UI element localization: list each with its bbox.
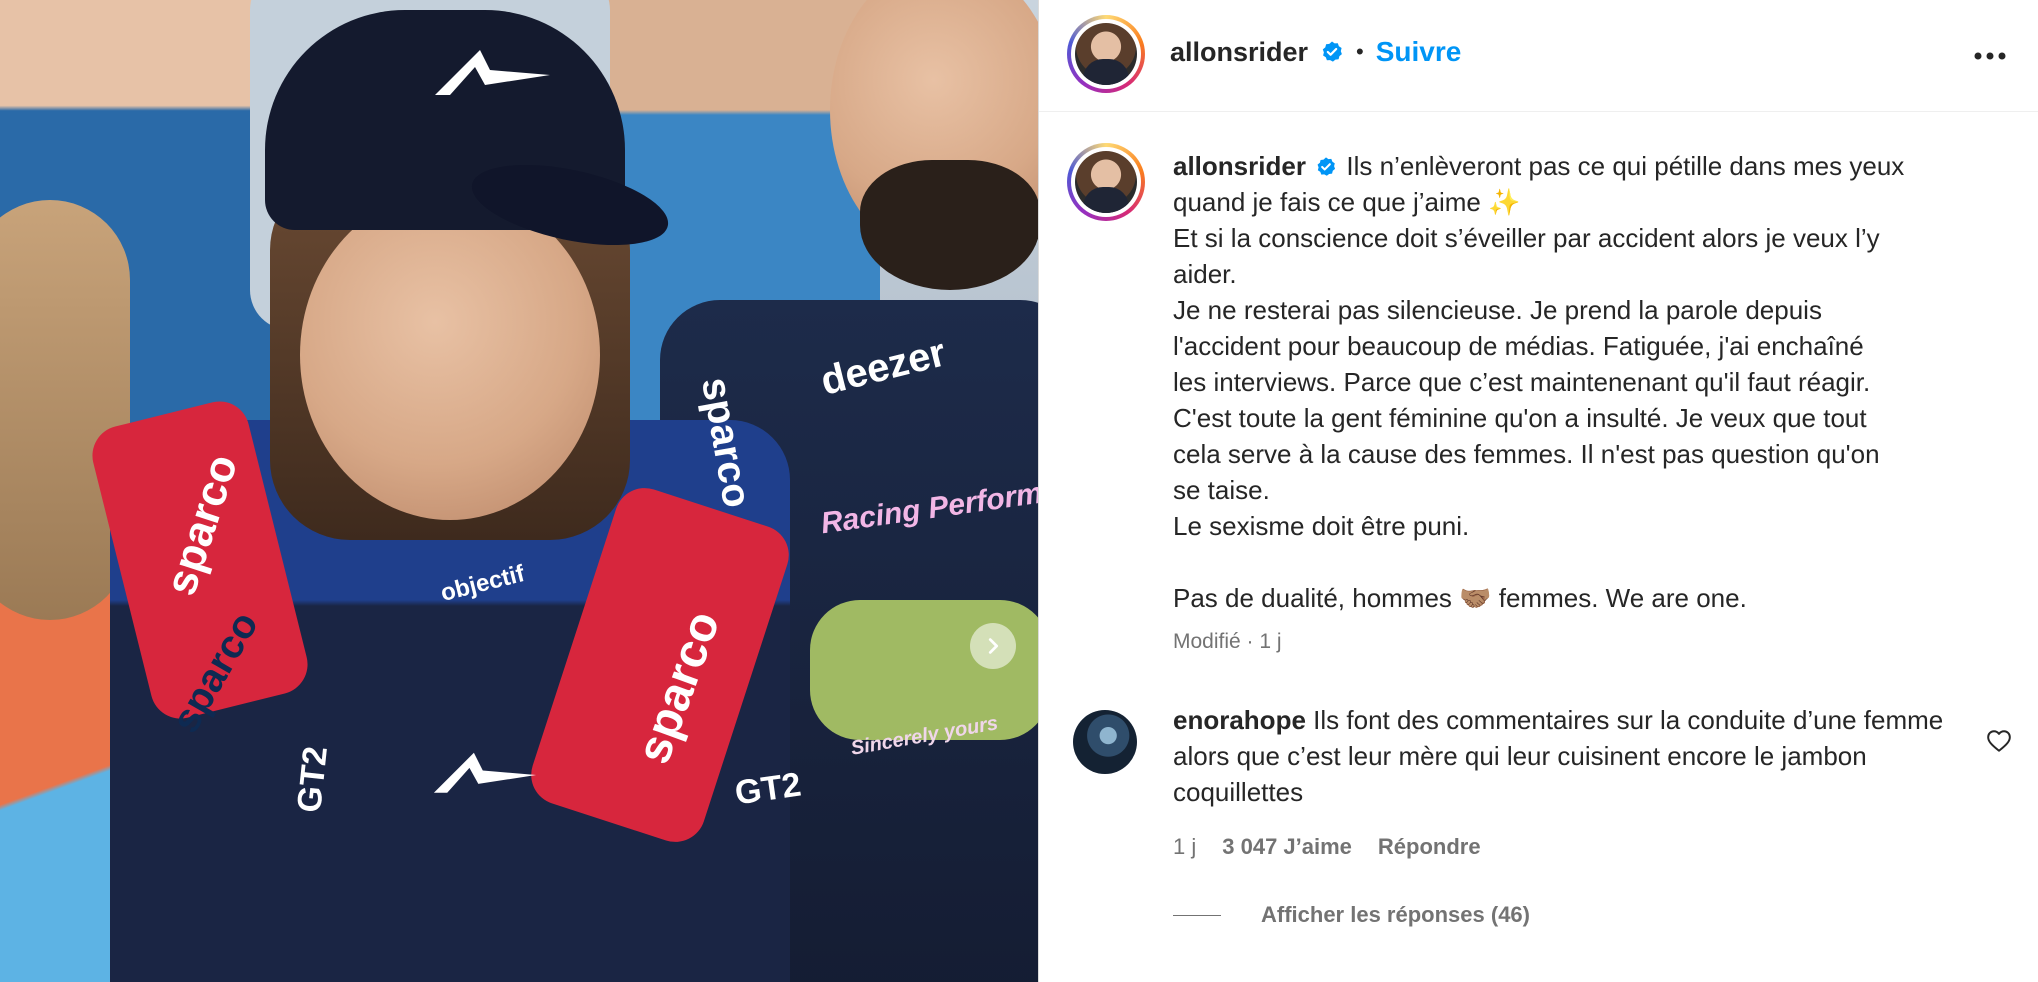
view-replies-label: Afficher les réponses (46) [1261, 902, 1530, 927]
gt2-patch-left: GT2 [290, 744, 335, 815]
caption-author-avatar-image [1075, 151, 1137, 213]
caption-text-line: l'accident pour beaucoup de médias. Fati… [1173, 331, 1864, 361]
caption-text-line: C'est toute la gent féminine qu'on a ins… [1173, 403, 1867, 433]
more-options-icon [1974, 52, 2006, 60]
more-options-button[interactable] [1970, 36, 2010, 76]
caption-text-line: Pas de dualité, hommes 🤝🏽 femmes. We are… [1173, 583, 1747, 613]
caption-text-line: les interviews. Parce que c’est maintene… [1173, 367, 1871, 397]
view-replies-button[interactable]: Afficher les réponses (46) [1173, 902, 1530, 928]
next-photo-button[interactable] [970, 623, 1016, 669]
verified-badge-icon [1322, 41, 1342, 62]
caption-text: allonsrider Ils n’enlèveront pas ce qui … [1173, 148, 2023, 660]
header-user-row: allonsrider • Suivre [1170, 36, 1461, 68]
caption-author-avatar[interactable] [1067, 143, 1145, 221]
caption-text-line: Le sexisme doit être puni. [1173, 511, 1470, 541]
post-details-panel: allonsrider • Suivre allonsrider Ils n’e… [1038, 0, 2038, 982]
caption-author-username[interactable]: allonsrider [1173, 151, 1306, 181]
header-separator: • [1356, 39, 1364, 64]
caption-text-line [1173, 544, 2023, 580]
caption-line-1: allonsrider Ils n’enlèveront pas ce qui … [1173, 148, 2023, 184]
author-avatar[interactable] [1067, 15, 1145, 93]
caption-text-line: se taise. [1173, 475, 1270, 505]
post-photo[interactable]: sparco sparco sparco sparco deezer objec… [0, 0, 1038, 982]
chevron-right-icon [988, 638, 999, 654]
replies-divider [1173, 914, 1221, 916]
driver-right-beard [860, 160, 1038, 290]
caption-text-line: Ils n’enlèveront pas ce qui pétille dans… [1346, 151, 1905, 181]
comment-actions: 1 j 3 047 J’aime Répondre [1173, 834, 1481, 860]
comment-time[interactable]: 1 j [1173, 834, 1196, 860]
caption-edited-time: Modifié · 1 j [1173, 630, 1282, 653]
post-header: allonsrider • Suivre [1039, 0, 2038, 112]
caption-text-line: Je ne resterai pas silencieuse. Je prend… [1173, 295, 1822, 325]
caption-text-line: aider. [1173, 259, 1237, 289]
follow-button[interactable]: Suivre [1376, 36, 1462, 68]
alpine-logo-icon [435, 50, 550, 95]
comment-text: enorahope Ils font des commentaires sur … [1173, 702, 2003, 810]
alpine-chest-logo-icon [433, 752, 537, 793]
heart-icon[interactable] [1986, 728, 2012, 754]
verified-badge-icon [1317, 157, 1336, 176]
author-avatar-image [1075, 23, 1137, 85]
driver-main-face [300, 190, 600, 520]
comment-likes[interactable]: 3 047 J’aime [1222, 834, 1352, 860]
instagram-post-view: sparco sparco sparco sparco deezer objec… [0, 0, 2038, 982]
caption-text-line: Et si la conscience doit s’éveiller par … [1173, 223, 1880, 253]
author-username[interactable]: allonsrider [1170, 37, 1308, 68]
graffiti-logo [810, 600, 1038, 740]
commenter-avatar[interactable] [1073, 710, 1137, 774]
reply-button[interactable]: Répondre [1378, 834, 1481, 860]
caption-text-line: quand je fais ce que j’aime ✨ [1173, 187, 1521, 217]
caption-text-line: cela serve à la cause des femmes. Il n'e… [1173, 439, 1880, 469]
commenter-username[interactable]: enorahope [1173, 705, 1306, 735]
